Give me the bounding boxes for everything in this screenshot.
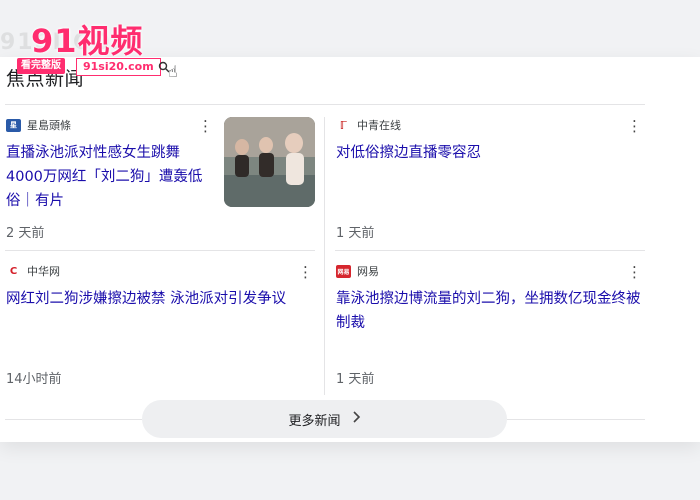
article-source: 星 星島頭條 xyxy=(6,117,71,133)
article-time: 1 天前 xyxy=(336,226,375,241)
more-options-icon[interactable]: ⋮ xyxy=(627,118,642,134)
divider-top xyxy=(5,104,645,105)
more-options-icon[interactable]: ⋮ xyxy=(298,264,313,280)
article-source: C 中华网 xyxy=(6,263,60,279)
pointer-hand-icon: ☝ xyxy=(168,62,178,81)
article-time: 1 天前 xyxy=(336,372,375,387)
watermark-tag: 看完整版 xyxy=(17,58,65,74)
divider-bottom-left xyxy=(5,419,142,420)
article-headline[interactable]: 靠泳池擦边博流量的刘二狗，坐拥数亿现金终被制裁 xyxy=(336,287,641,335)
source-name: 中青在线 xyxy=(357,119,401,132)
more-options-icon[interactable]: ⋮ xyxy=(627,264,642,280)
source-logo-icon: C xyxy=(6,264,21,278)
thumbnail-image xyxy=(224,117,315,207)
article-headline[interactable]: 对低俗擦边直播零容忍 xyxy=(336,141,636,165)
article-headline[interactable]: 网红刘二狗涉嫌擦边被禁 泳池派对引发争议 xyxy=(6,287,316,311)
watermark-brand: 91视频 xyxy=(31,22,144,60)
article-time: 14小时前 xyxy=(6,372,62,387)
article-headline[interactable]: 直播泳池派对性感女生跳舞4000万网红「刘二狗」遭轰低俗｜有片 xyxy=(6,141,216,213)
divider-bottom-right xyxy=(507,419,645,420)
more-news-label: 更多新闻 xyxy=(288,413,341,429)
source-name: 星島頭條 xyxy=(27,119,71,132)
more-options-icon[interactable]: ⋮ xyxy=(198,118,213,134)
divider-middle-left xyxy=(5,250,315,251)
divider-vertical xyxy=(324,117,325,395)
more-news-button[interactable]: 更多新闻 xyxy=(142,400,507,438)
source-logo-icon: ℾ xyxy=(336,118,351,132)
source-name: 网易 xyxy=(357,265,379,278)
article-source: ℾ 中青在线 xyxy=(336,117,401,133)
source-logo-icon: 星 xyxy=(6,118,21,132)
source-logo-icon: 网易 xyxy=(336,264,351,278)
article-time: 2 天前 xyxy=(6,226,45,241)
chevron-right-icon xyxy=(351,411,361,427)
divider-middle-right xyxy=(335,250,645,251)
source-name: 中华网 xyxy=(27,265,60,278)
article-thumbnail[interactable] xyxy=(224,117,315,207)
article-source: 网易 网易 xyxy=(336,263,379,279)
watermark-url: 91si20.com xyxy=(76,58,161,76)
